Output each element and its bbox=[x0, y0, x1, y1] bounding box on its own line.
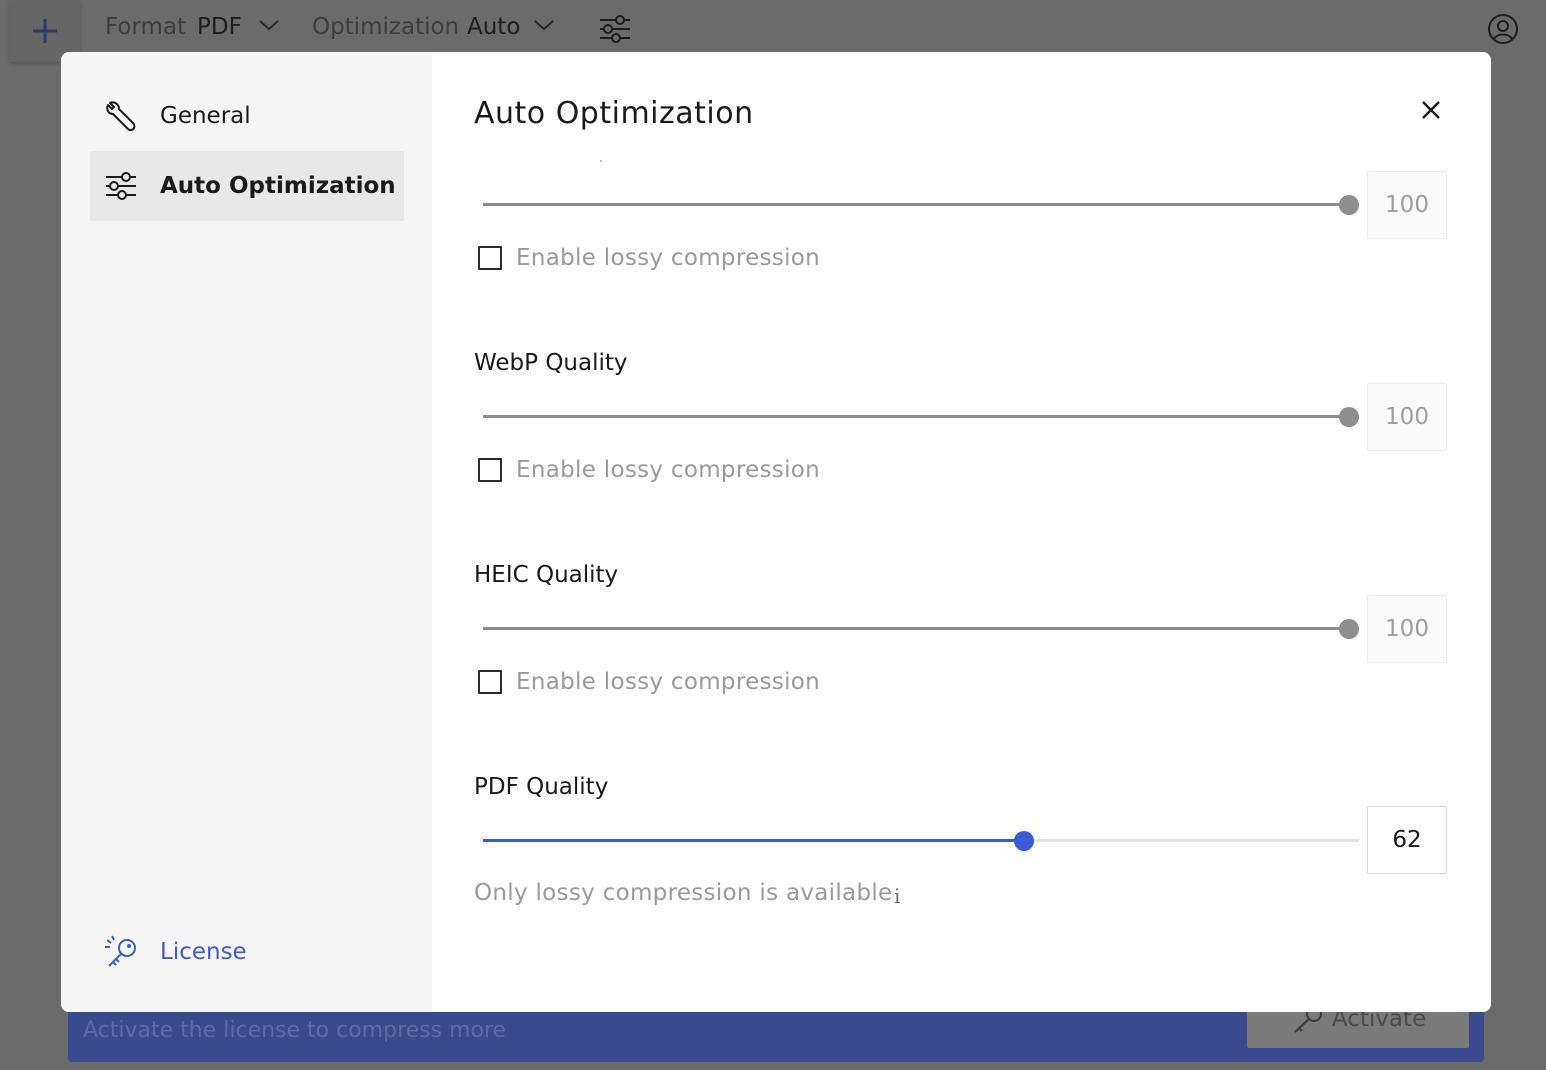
user-circle-icon[interactable] bbox=[1487, 13, 1519, 45]
pdf-quality-label: PDF Quality bbox=[474, 774, 609, 800]
webp-quality-input[interactable]: 100 bbox=[1367, 383, 1447, 451]
sliders-icon bbox=[104, 169, 144, 203]
sidebar-item-label: Auto Optimization bbox=[160, 173, 396, 199]
close-icon[interactable] bbox=[1419, 98, 1443, 122]
toolbar: Format PDF Optimization Auto bbox=[0, 0, 1546, 62]
slider-fill bbox=[483, 203, 1349, 206]
info-icon[interactable]: i bbox=[894, 884, 900, 908]
webp-quality-slider[interactable] bbox=[483, 407, 1359, 427]
plus-icon bbox=[33, 19, 57, 43]
lossy-label: Enable lossy compression bbox=[516, 457, 821, 483]
chevron-down-icon[interactable] bbox=[533, 18, 555, 32]
optimization-value[interactable]: Auto bbox=[467, 14, 520, 40]
key-icon bbox=[104, 934, 144, 970]
quality-value-input[interactable]: 100 bbox=[1367, 171, 1447, 239]
heic-quality-label: HEIC Quality bbox=[474, 562, 619, 588]
sidebar-item-auto-optimization[interactable]: Auto Optimization bbox=[90, 151, 404, 221]
webp-quality-label: WebP Quality bbox=[474, 350, 628, 376]
format-value[interactable]: PDF bbox=[197, 14, 242, 40]
sidebar-item-license[interactable]: License bbox=[90, 917, 404, 987]
slider-thumb[interactable] bbox=[1014, 831, 1034, 851]
sidebar-item-label: License bbox=[160, 939, 247, 965]
lossy-checkbox[interactable] bbox=[478, 458, 502, 482]
lossy-label: Enable lossy compression bbox=[516, 669, 821, 695]
auto-optimization-panel: Auto Optimization 100 Enable lossy compr… bbox=[432, 52, 1491, 1012]
wrench-icon bbox=[104, 99, 144, 133]
slider-fill bbox=[483, 839, 1024, 842]
pdf-quality-note: Only lossy compression is available bbox=[474, 880, 893, 906]
lossy-compression-checkbox-row[interactable]: Enable lossy compression bbox=[478, 669, 820, 695]
slider-thumb[interactable] bbox=[1339, 407, 1359, 427]
lossy-compression-checkbox-row[interactable]: Enable lossy compression bbox=[478, 245, 820, 271]
slider-thumb[interactable] bbox=[1339, 195, 1359, 215]
lossy-label: Enable lossy compression bbox=[516, 245, 821, 271]
page-title: Auto Optimization bbox=[474, 96, 754, 131]
heic-quality-input[interactable]: 100 bbox=[1367, 595, 1447, 663]
lossy-compression-checkbox-row[interactable]: Enable lossy compression bbox=[478, 457, 820, 483]
sidebar-item-label: General bbox=[160, 103, 251, 129]
sliders-icon[interactable] bbox=[598, 12, 632, 46]
chevron-down-icon[interactable] bbox=[258, 18, 280, 32]
settings-dialog: General Auto Optimization License Auto O… bbox=[61, 52, 1491, 1012]
settings-sidebar: General Auto Optimization License bbox=[61, 52, 432, 1012]
pdf-quality-slider[interactable] bbox=[483, 831, 1359, 851]
lossy-checkbox[interactable] bbox=[478, 246, 502, 270]
sidebar-item-general[interactable]: General bbox=[90, 81, 404, 151]
banner-text: Activate the license to compress more bbox=[83, 1018, 507, 1043]
heic-quality-slider[interactable] bbox=[483, 619, 1359, 639]
pdf-quality-input[interactable]: 62 bbox=[1367, 806, 1447, 874]
quality-slider[interactable] bbox=[483, 195, 1359, 215]
slider-thumb[interactable] bbox=[1339, 619, 1359, 639]
format-label: Format bbox=[105, 14, 187, 40]
lossy-checkbox[interactable] bbox=[478, 670, 502, 694]
clipped-section-label bbox=[600, 160, 602, 162]
optimization-label: Optimization bbox=[312, 14, 460, 40]
slider-fill bbox=[483, 627, 1349, 630]
slider-fill bbox=[483, 415, 1349, 418]
